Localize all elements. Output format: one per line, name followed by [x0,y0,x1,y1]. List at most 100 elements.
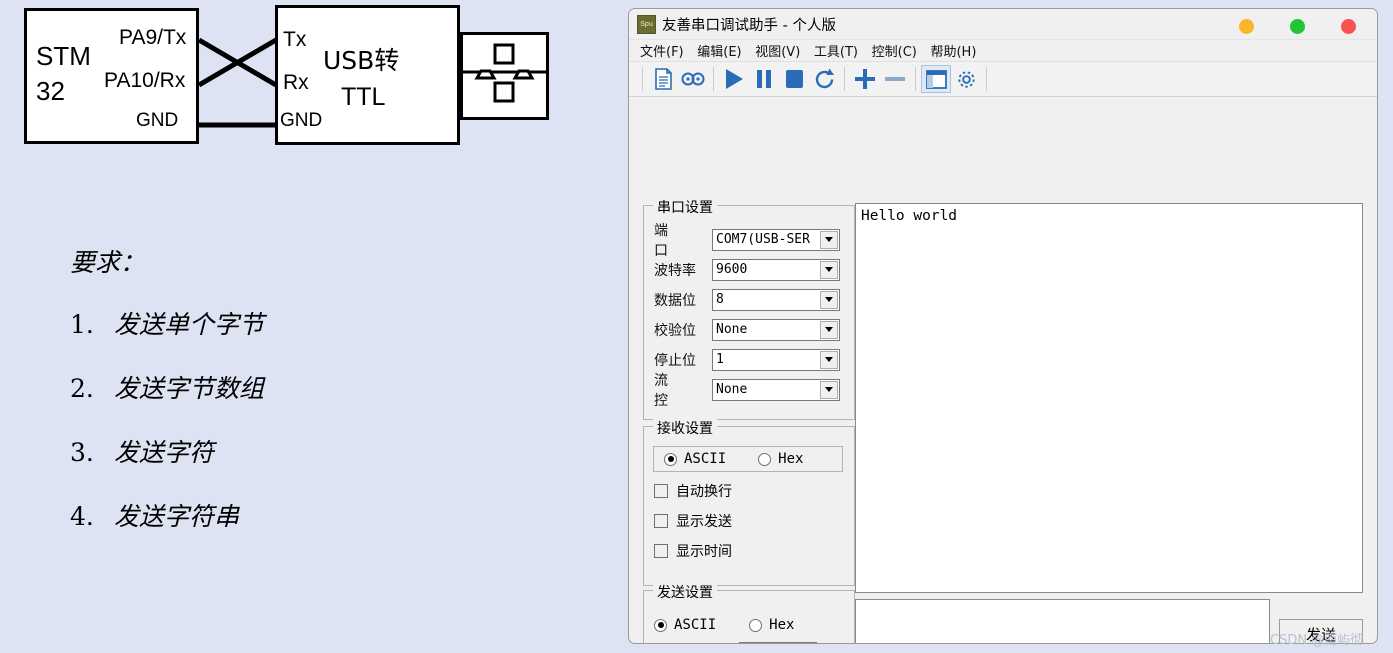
send-ascii-label: ASCII [674,617,717,633]
stopbits-select[interactable]: 1 [712,348,840,371]
tape-icon[interactable] [678,65,708,93]
send-ascii-radio[interactable] [654,618,667,632]
stopbits-value: 1 [716,351,724,367]
menu-help[interactable]: 帮助(H) [925,41,981,60]
port-label: 端 口 [654,222,679,259]
parity-select[interactable]: None [712,318,840,341]
show-send-checkbox[interactable] [654,514,668,528]
pause-icon[interactable] [749,65,779,93]
flowcontrol-row: 流 控 None [654,373,840,409]
stopbits-label: 停止位 [654,352,696,369]
auto-newline-checkbox[interactable] [654,484,668,498]
requirements-heading: 要求： [70,248,146,277]
send-textarea[interactable] [855,599,1270,643]
requirement-text: 发送单个字节 [114,310,265,339]
refresh-icon[interactable] [809,65,839,93]
menu-file[interactable]: 文件(F) [635,41,689,60]
close-button[interactable] [1341,19,1356,34]
usb-ttl-label-line2: TTL [341,83,386,111]
chevron-down-icon[interactable] [820,290,838,309]
requirement-number: 4. [70,502,94,531]
stopbits-row: 停止位 1 [654,348,840,371]
receive-textarea[interactable]: Hello world [855,203,1363,593]
send-hex-label: Hex [769,617,795,633]
databits-value: 8 [716,291,724,307]
flowcontrol-label: 流 控 [654,372,679,409]
requirement-number: 2. [70,374,94,403]
receive-hex-radio[interactable] [758,452,772,466]
chevron-down-icon[interactable] [820,320,838,339]
chevron-down-icon[interactable] [820,350,838,369]
menu-control[interactable]: 控制(C) [867,41,922,60]
chevron-down-icon[interactable] [820,380,838,399]
resend-interval-stepper[interactable]: 1000 [739,641,817,644]
requirements-list: 要求： 1. 发送单个字节 2. 发送字节数组 3. 发送字符 4. 发送字符串 [70,243,500,561]
menu-edit[interactable]: 编辑(E) [692,41,746,60]
pin-mcu-gnd: GND [136,110,179,131]
menu-tools[interactable]: 工具(T) [809,41,863,60]
stm32-label-line2: 32 [36,76,65,106]
requirement-text: 发送字符 [114,438,215,467]
baudrate-value: 9600 [716,261,748,277]
receive-ascii-radio[interactable] [664,452,677,466]
stm32-label-line1: STM [36,41,91,71]
send-settings-group: 发送设置 ASCII Hex 自动重发 1000 ms [643,582,855,644]
screen: STM 32 PA9/Tx PA10/Rx GND Tx Rx GND USB转… [0,0,1393,653]
stop-icon[interactable] [779,65,809,93]
stepper-arrows[interactable] [800,643,815,644]
requirement-number: 3. [70,438,94,467]
send-hex-radio[interactable] [749,618,763,632]
requirement-item: 1. 发送单个字节 [70,305,500,341]
document-icon[interactable] [648,65,678,93]
toolbar-separator [986,67,987,91]
minus-icon[interactable] [880,65,910,93]
send-mode-group: ASCII Hex [654,614,794,636]
send-settings-title: 发送设置 [653,582,717,602]
chevron-down-icon[interactable] [820,260,838,279]
show-time-row[interactable]: 显示时间 [654,540,732,562]
plus-icon[interactable] [850,65,880,93]
requirement-item: 2. 发送字节数组 [70,369,500,405]
port-settings-group: 串口设置 端 口 COM7(USB-SER 波特率 9600 数据位 8 校验位… [643,197,855,420]
show-send-label: 显示发送 [676,514,732,530]
auto-resend-row: 自动重发 1000 ms [654,641,839,644]
menu-view[interactable]: 视图(V) [750,41,805,60]
toolbar-separator [642,67,643,91]
show-send-row[interactable]: 显示发送 [654,510,732,532]
minimize-button[interactable] [1239,19,1254,34]
play-icon[interactable] [719,65,749,93]
requirement-text: 发送字符串 [114,502,240,531]
show-time-checkbox[interactable] [654,544,668,558]
port-value: COM7(USB-SER [716,231,810,247]
show-time-label: 显示时间 [676,544,732,560]
port-settings-title: 串口设置 [653,197,717,217]
pin-adapter-gnd: GND [280,110,323,131]
pin-adapter-rx: Rx [283,71,309,94]
usb-connector-icon [460,32,549,120]
maximize-button[interactable] [1290,19,1305,34]
receive-ascii-label: ASCII [684,451,727,467]
receive-mode-group: ASCII Hex [653,446,843,472]
receive-hex-label: Hex [778,451,804,467]
port-row: 端 口 COM7(USB-SER [654,223,840,259]
toolbar [629,61,1377,97]
flowcontrol-select[interactable]: None [712,378,840,401]
databits-row: 数据位 8 [654,288,840,311]
toolbar-separator [844,67,845,91]
auto-resend-label: 自动重发 [676,642,732,643]
wiring-diagram: STM 32 PA9/Tx PA10/Rx GND Tx Rx GND USB转… [0,0,610,653]
window-title: 友善串口调试助手 - 个人版 [662,18,836,34]
auto-newline-row[interactable]: 自动换行 [654,480,732,502]
databits-select[interactable]: 8 [712,288,840,311]
requirement-text: 发送字节数组 [114,374,265,403]
baudrate-label: 波特率 [654,262,696,279]
gear-icon[interactable] [951,65,981,93]
receive-settings-group: 接收设置 ASCII Hex 自动换行 显示发送 显示时间 [643,418,855,586]
chevron-down-icon[interactable] [820,230,838,249]
menu-bar: 文件(F) 编辑(E) 视图(V) 工具(T) 控制(C) 帮助(H) [629,40,1377,61]
panel-layout-icon[interactable] [921,65,951,93]
baudrate-select[interactable]: 9600 [712,258,840,281]
title-bar: Spu 友善串口调试助手 - 个人版 [629,9,1377,40]
parity-row: 校验位 None [654,318,840,341]
port-select[interactable]: COM7(USB-SER [712,228,840,251]
